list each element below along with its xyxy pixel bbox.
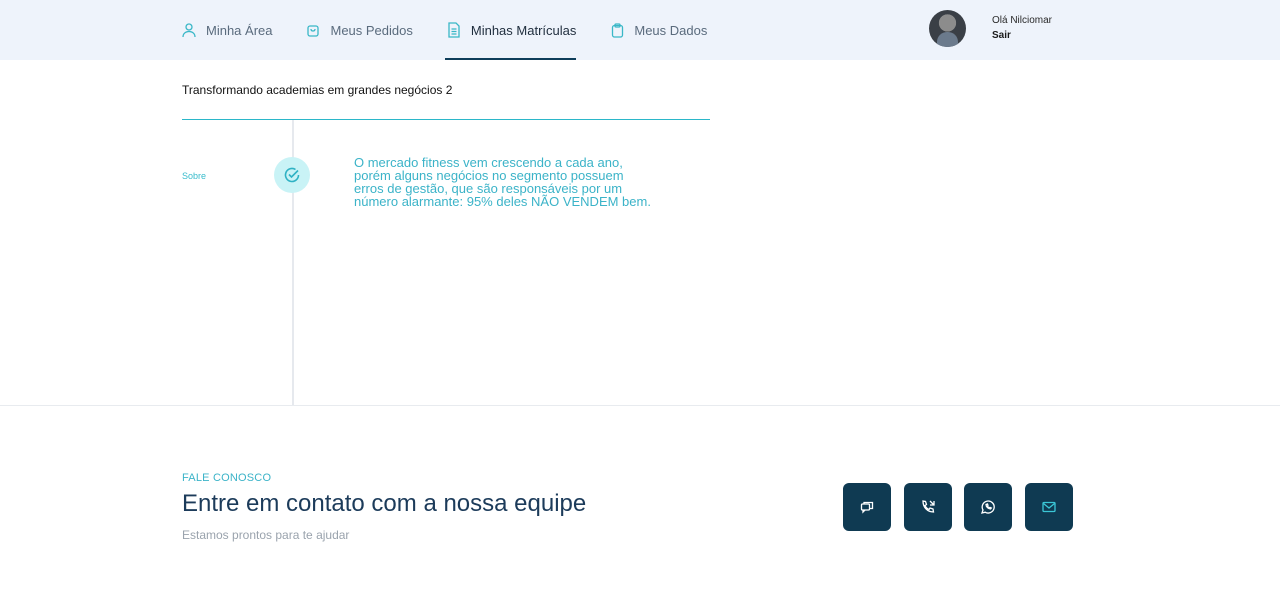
nav-label: Meus Pedidos xyxy=(330,22,413,38)
title-underline xyxy=(182,119,710,120)
top-bar: Minha Área Meus Pedidos Minhas Matrícula… xyxy=(0,0,1280,60)
chat-icon xyxy=(860,500,874,514)
contact-kicker: FALE CONOSCO xyxy=(182,472,272,484)
contact-buttons xyxy=(843,483,1085,531)
contact-subtitle: Estamos prontos para te ajudar xyxy=(182,528,350,542)
nav-item-meus-pedidos[interactable]: Meus Pedidos xyxy=(304,0,413,60)
user-info: Olá Nilciomar Sair xyxy=(992,14,1052,43)
user-greeting: Olá Nilciomar xyxy=(992,15,1053,26)
bag-icon xyxy=(304,21,322,39)
whatsapp-button[interactable] xyxy=(964,483,1012,531)
chat-button[interactable] xyxy=(843,483,891,531)
whatsapp-icon xyxy=(980,499,996,515)
nav-label: Minhas Matrículas xyxy=(470,22,577,38)
section-divider xyxy=(0,405,1280,406)
nav-item-minha-area[interactable]: Minha Área xyxy=(180,0,272,60)
user-icon xyxy=(180,21,198,39)
nav-item-minhas-matriculas[interactable]: Minhas Matrículas xyxy=(444,0,577,60)
logout-link[interactable]: Sair xyxy=(992,29,1052,43)
section-label-sobre[interactable]: Sobre xyxy=(182,171,206,181)
main-nav: Minha Área Meus Pedidos Minhas Matrícula… xyxy=(180,0,739,60)
mail-button[interactable] xyxy=(1024,483,1073,531)
mail-icon xyxy=(1041,501,1056,513)
clipboard-icon xyxy=(608,21,626,39)
contact-title: Entre em contato com a nossa equipe xyxy=(182,490,587,517)
course-description: O mercado fitness vem crescendo a cada a… xyxy=(354,155,651,209)
phone-icon xyxy=(920,499,936,515)
avatar[interactable] xyxy=(929,10,966,47)
nav-label: Meus Dados xyxy=(634,22,708,38)
course-title: Transformando academias em grandes negóc… xyxy=(182,83,453,97)
document-icon xyxy=(445,21,463,39)
user-menu: Olá Nilciomar Sair xyxy=(929,10,1052,47)
phone-button[interactable] xyxy=(903,483,952,531)
section-status[interactable] xyxy=(274,157,310,193)
nav-label: Minha Área xyxy=(206,22,273,38)
check-circle-icon xyxy=(283,166,301,184)
nav-item-meus-dados[interactable]: Meus Dados xyxy=(608,0,707,60)
